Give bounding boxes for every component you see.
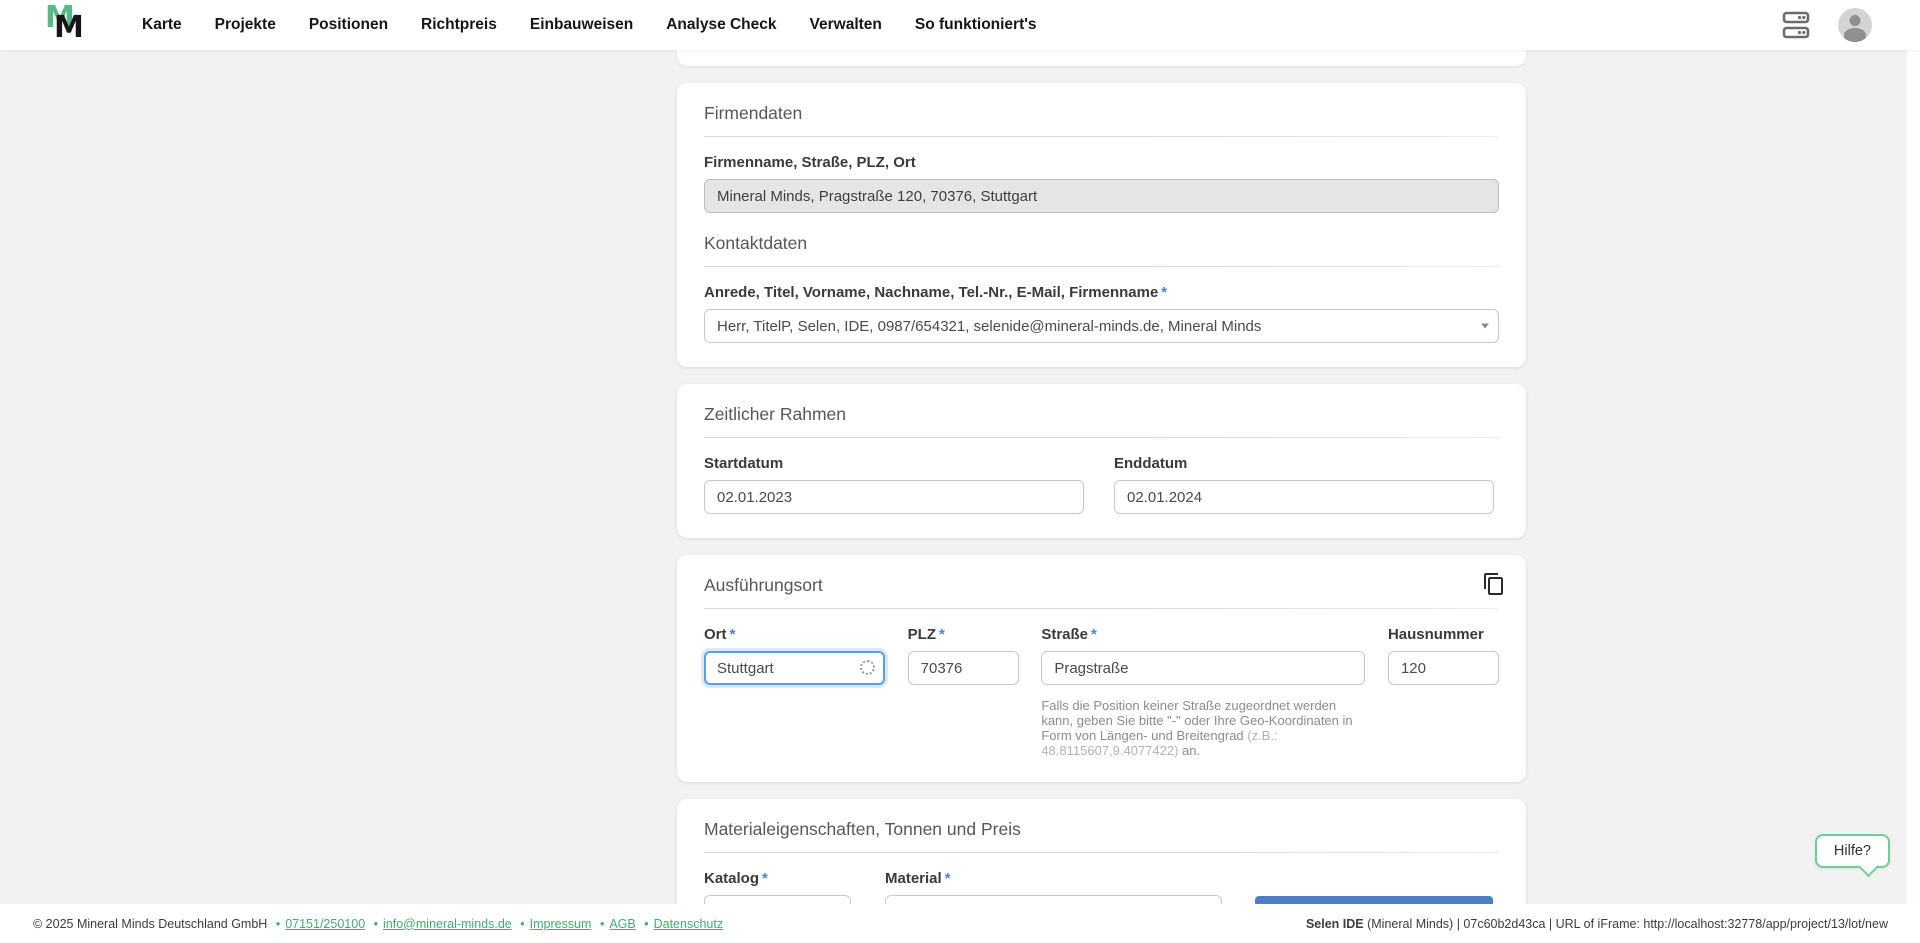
enddatum-input[interactable] [1114, 480, 1494, 514]
hausnummer-label: Hausnummer [1387, 626, 1484, 643]
strasse-label: Straße * [1041, 626, 1097, 643]
nav-item-positionen[interactable]: Positionen [309, 16, 388, 34]
nav-item-einbauweisen[interactable]: Einbauweisen [530, 16, 633, 34]
footer-datenschutz-link[interactable]: Datenschutz [654, 917, 723, 931]
katalog-label: Katalog * [704, 870, 768, 887]
required-asterisk: * [729, 626, 736, 643]
plz-label: PLZ * [907, 626, 945, 643]
nav-item-verwalten[interactable]: Verwalten [810, 16, 882, 34]
strasse-hint: Falls die Position keiner Straße zugeord… [1041, 698, 1353, 758]
nav-item-richtpreis[interactable]: Richtpreis [421, 16, 497, 34]
footer-email-link[interactable]: info@mineral-minds.de [383, 917, 512, 931]
company-field [704, 179, 1499, 213]
nav-item-karte[interactable]: Karte [142, 16, 182, 34]
hausnummer-input[interactable] [1387, 651, 1499, 685]
kontaktdaten-title: Kontaktdaten [704, 233, 808, 253]
loading-spinner-icon [860, 660, 875, 675]
topbar-actions [1780, 8, 1872, 42]
main-nav: Karte Projekte Positionen Richtpreis Ein… [142, 16, 1037, 34]
contact-select[interactable]: Herr, TitelP, Selen, IDE, 0987/654321, s… [704, 309, 1499, 343]
strasse-input[interactable] [1041, 651, 1366, 685]
enddatum-label: Enddatum [1114, 455, 1188, 472]
user-avatar-icon[interactable] [1838, 8, 1872, 42]
company-field-label: Firmenname, Straße, PLZ, Ort [704, 154, 916, 171]
scrollbar-track[interactable] [1907, 50, 1920, 904]
nav-item-analyse-check[interactable]: Analyse Check [666, 16, 776, 34]
required-asterisk: * [762, 870, 768, 887]
footer-agb-link[interactable]: AGB [609, 917, 635, 931]
footer-debug-info: Selen IDE (Mineral Minds) | 07c60b2d43ca… [1305, 916, 1888, 931]
form-column: Firmendaten Firmenname, Straße, PLZ, Ort… [677, 50, 1526, 943]
required-asterisk: * [1161, 284, 1168, 301]
top-navigation-bar: M M Karte Projekte Positionen Richtpreis… [0, 0, 1920, 50]
material-label: Material * [885, 870, 951, 887]
startdatum-label: Startdatum [704, 455, 784, 472]
nav-item-projekte[interactable]: Projekte [215, 16, 276, 34]
mineral-minds-logo[interactable]: M M [45, 3, 89, 47]
server-icon[interactable] [1780, 9, 1812, 41]
card-zeitlicher-rahmen: Zeitlicher Rahmen Startdatum Enddatum [677, 384, 1526, 538]
footer-copyright: © 2025 Mineral Minds Deutschland GmbH [33, 916, 268, 931]
required-asterisk: * [1091, 626, 1097, 643]
ort-input[interactable] [704, 651, 885, 685]
required-asterisk: * [939, 626, 945, 643]
footer-impressum-link[interactable]: Impressum [530, 917, 592, 931]
card-ausfuehrungsort: Ausführungsort Ort* PLZ* Straße* Falls d… [677, 555, 1526, 782]
zeitlicher-rahmen-title: Zeitlicher Rahmen [704, 404, 846, 424]
footer: © 2025 Mineral Minds Deutschland GmbH • 0… [0, 904, 1920, 943]
card-firmendaten: Firmendaten Firmenname, Straße, PLZ, Ort… [677, 83, 1526, 367]
firmendaten-title: Firmendaten [704, 103, 803, 123]
previous-card-cutoff [677, 50, 1526, 66]
ort-label: Ort * [704, 626, 736, 643]
footer-left: © 2025 Mineral Minds Deutschland GmbH • 0… [33, 916, 724, 931]
materialeigenschaften-title: Materialeigenschaften, Tonnen und Preis [704, 819, 1021, 839]
ausfuehrungsort-title: Ausführungsort [704, 575, 823, 595]
plz-input[interactable] [907, 651, 1019, 685]
nav-item-so-funktionierts[interactable]: So funktioniert's [915, 16, 1037, 34]
required-asterisk: * [944, 870, 951, 887]
footer-phone-link[interactable]: 07151/250100 [285, 917, 365, 931]
contact-field-label: Anrede, Titel, Vorname, Nachname, Tel.-N… [704, 284, 1168, 301]
copy-icon[interactable] [1482, 572, 1506, 596]
chevron-down-icon [1481, 323, 1489, 329]
startdatum-input[interactable] [704, 480, 1084, 514]
help-button[interactable]: Hilfe? [1814, 834, 1890, 868]
